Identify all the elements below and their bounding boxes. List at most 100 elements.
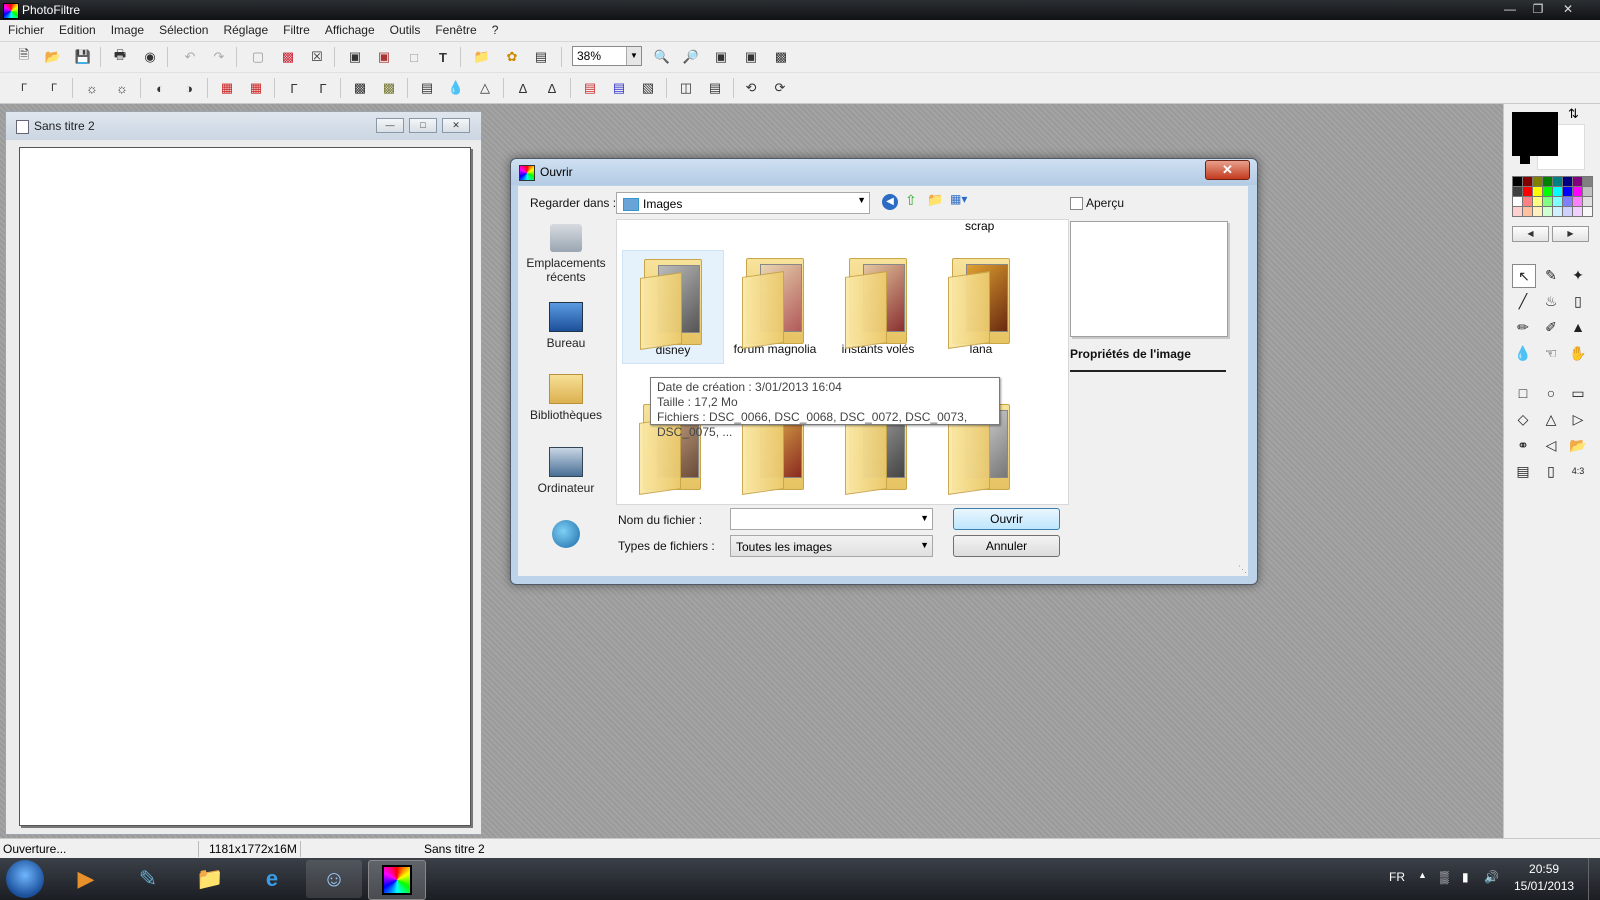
sepia-icon[interactable]: ▩ (379, 78, 399, 98)
place-network[interactable] (522, 520, 610, 552)
triangle-selection-icon[interactable]: △ (1540, 408, 1562, 430)
texture-icon[interactable]: ▧ (638, 78, 658, 98)
image-size-icon[interactable]: ▣ (345, 47, 365, 67)
paste-icon[interactable]: ▢ (248, 47, 268, 67)
arrow-selection-icon[interactable]: ▷ (1567, 408, 1589, 430)
close-icon[interactable]: ✕ (1555, 0, 1581, 18)
flip-vertical-icon[interactable]: ▤ (705, 78, 725, 98)
zoom-in-icon[interactable]: 🔍 (652, 47, 672, 67)
palette-prev-icon[interactable]: ◀ (1512, 226, 1549, 242)
chevron-down-icon[interactable]: ▼ (857, 195, 866, 205)
saturation-minus-icon[interactable]: ▦ (217, 78, 237, 98)
frame-icon[interactable]: ▤ (609, 78, 629, 98)
place-recent[interactable]: Emplacements récents (522, 224, 610, 284)
select-all-icon[interactable]: ▤ (1512, 460, 1534, 482)
auto-contrast-icon[interactable]: Γ (44, 78, 64, 98)
color-palette[interactable] (1512, 176, 1593, 220)
palette-next-icon[interactable]: ▶ (1552, 226, 1589, 242)
browser-icon[interactable]: 📁 (472, 47, 492, 67)
brightness-minus-icon[interactable]: ☼ (82, 78, 102, 98)
system-clock[interactable]: 20:59 15/01/2013 (1514, 861, 1574, 895)
swap-colors-icon[interactable]: ⇅ (1568, 106, 1579, 122)
new-file-icon[interactable]: 🗎 (14, 47, 34, 67)
save-icon[interactable]: 💾 (73, 47, 93, 67)
flip-horizontal-icon[interactable]: ◫ (676, 78, 696, 98)
sharpen-more-icon[interactable]: Δ (542, 78, 562, 98)
magic-wand-tool-icon[interactable]: ✦ (1567, 264, 1589, 286)
foreground-color-swatch[interactable] (1512, 112, 1558, 156)
cancel-button[interactable]: Annuler (953, 535, 1060, 557)
drop-plus-icon[interactable]: △ (475, 78, 495, 98)
ratio-icon[interactable]: 4:3 (1567, 460, 1589, 482)
spray-tool-icon[interactable]: ▯ (1567, 290, 1589, 312)
auto-level-icon[interactable]: Γ (14, 78, 34, 98)
image-canvas[interactable] (19, 147, 471, 826)
fx-icon[interactable]: ☒ (307, 47, 327, 67)
folder-item[interactable]: instants volés (828, 250, 928, 362)
explorer-icon[interactable]: 📁 (182, 860, 238, 898)
window-icon[interactable]: ▤ (531, 47, 551, 67)
up-folder-icon[interactable]: ⇧ (905, 192, 917, 209)
rotate-left-icon[interactable]: ⟲ (741, 78, 761, 98)
photofiltre-taskbar-icon[interactable] (368, 860, 426, 900)
lasso-icon[interactable]: ⚭ (1512, 434, 1534, 456)
scan-icon[interactable]: ◉ (140, 47, 160, 67)
menu-filtre[interactable]: Filtre (275, 20, 317, 37)
canvas-size-icon[interactable]: ▣ (374, 47, 394, 67)
eyedropper-tool-icon[interactable]: ✎ (1540, 264, 1562, 286)
saturation-plus-icon[interactable]: ▦ (246, 78, 266, 98)
gamma-minus-icon[interactable]: Γ (284, 78, 304, 98)
rotate-right-icon[interactable]: ⟳ (770, 78, 790, 98)
diamond-selection-icon[interactable]: ◇ (1512, 408, 1534, 430)
menu-fichier[interactable]: Fichier (0, 20, 51, 37)
menu-fenetre[interactable]: Fenêtre (427, 20, 483, 37)
battery-icon[interactable]: ▮ (1462, 870, 1469, 884)
smudge-tool-icon[interactable]: ☜ (1540, 342, 1562, 364)
doc-maximize-icon[interactable]: □ (409, 118, 437, 133)
blur-tool-icon[interactable]: 💧 (1512, 342, 1534, 364)
folder-item[interactable]: disney (622, 250, 724, 364)
start-button[interactable] (6, 860, 44, 898)
blur-icon[interactable]: ▤ (417, 78, 437, 98)
sharpen-icon[interactable]: Δ (513, 78, 533, 98)
pointer-tool-icon[interactable]: ↖ (1512, 264, 1536, 288)
show-hidden-icons-icon[interactable]: ▲ (1418, 870, 1427, 880)
open-button[interactable]: Ouvrir (953, 508, 1060, 530)
color-grid-icon[interactable]: ▩ (278, 47, 298, 67)
polygon-icon[interactable]: ◁ (1540, 434, 1562, 456)
contrast-plus-icon[interactable]: ◑ (179, 78, 199, 98)
zoom-out-icon[interactable]: 🔎 (681, 47, 701, 67)
menu-affichage[interactable]: Affichage (317, 20, 382, 37)
folder-item[interactable]: forum magnolia (725, 250, 825, 362)
app-shortcut-icon[interactable]: ✎ (120, 860, 176, 898)
network-signal-icon[interactable]: ▒ (1440, 870, 1449, 884)
crop-icon[interactable]: □ (404, 47, 424, 67)
filetype-select[interactable]: Toutes les images ▼ (730, 535, 933, 557)
file-list[interactable]: scrap disney forum magnolia instants vol… (616, 219, 1069, 505)
users-app-icon[interactable]: ☺ (306, 860, 362, 898)
media-player-icon[interactable]: ▶ (58, 860, 114, 898)
menu-outils[interactable]: Outils (382, 20, 428, 37)
menu-help[interactable]: ? (484, 20, 506, 37)
menu-reglage[interactable]: Réglage (215, 20, 275, 37)
new-folder-icon[interactable]: 📁 (927, 192, 943, 208)
open-folder-icon[interactable]: 📂 (43, 47, 63, 67)
chevron-down-icon[interactable]: ▼ (920, 513, 929, 523)
plugin-icon[interactable]: ✿ (502, 47, 522, 67)
back-icon[interactable]: ◀ (882, 194, 898, 210)
dialog-close-button[interactable]: ✕ (1205, 160, 1250, 180)
place-libraries[interactable]: Bibliothèques (522, 374, 610, 422)
undo-icon[interactable]: ↶ (180, 47, 200, 67)
language-indicator[interactable]: FR (1389, 870, 1405, 884)
volume-icon[interactable]: 🔊 (1484, 870, 1499, 884)
ellipse-selection-icon[interactable]: ○ (1540, 382, 1562, 404)
menu-edition[interactable]: Edition (51, 20, 103, 37)
chevron-down-icon[interactable]: ▼ (920, 540, 929, 550)
gradient-icon[interactable]: ▤ (580, 78, 600, 98)
rounded-rect-selection-icon[interactable]: ▭ (1567, 382, 1589, 404)
print-icon[interactable]: 🖶 (110, 47, 130, 67)
line-tool-icon[interactable]: ╱ (1512, 290, 1534, 312)
zoom-combo[interactable]: 38% ▼ (572, 46, 642, 66)
show-desktop-button[interactable] (1588, 858, 1600, 900)
brightness-plus-icon[interactable]: ☼ (112, 78, 132, 98)
